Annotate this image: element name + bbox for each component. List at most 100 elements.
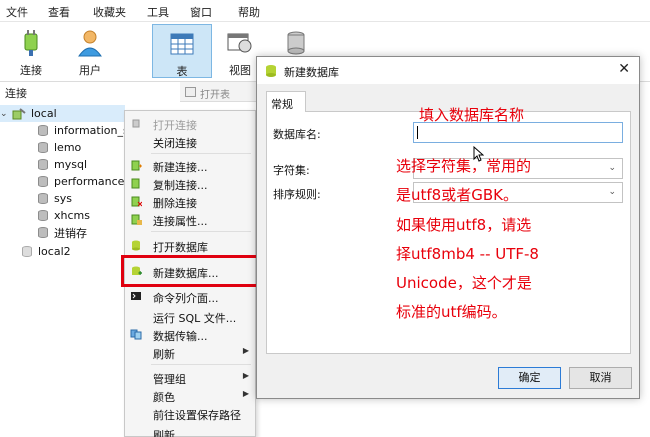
- database-name: mysql: [54, 158, 87, 171]
- annotation-fill-name: 填入数据库名称: [419, 106, 525, 124]
- connection-tree: ⌄ local information_s lemo mysql perform…: [0, 102, 130, 437]
- connection-pane-header: 连接: [5, 87, 27, 100]
- submenu-arrow-icon: ▶: [242, 371, 249, 380]
- db-name-input[interactable]: [413, 122, 623, 143]
- delete-connection-icon: [131, 196, 142, 207]
- data-transfer-icon: [130, 329, 142, 340]
- view-icon: [227, 33, 252, 53]
- menu-item-label: 刷新: [153, 429, 175, 437]
- connect-button[interactable]: 连接: [4, 24, 58, 78]
- connection-name: local: [31, 107, 57, 120]
- plug-icon: [24, 30, 38, 56]
- menu-item-delete-connection[interactable]: 删除连接: [125, 192, 255, 210]
- text-caret: [417, 126, 418, 139]
- db-name-label: 数据库名:: [273, 128, 321, 141]
- menu-tools[interactable]: 工具: [147, 4, 169, 20]
- menu-item-label: 颜色: [153, 391, 175, 404]
- menu-item-label: 删除连接: [153, 197, 197, 210]
- menu-window[interactable]: 窗口: [190, 4, 212, 20]
- database-name: information_s: [54, 124, 129, 137]
- annotation-line: 择utf8mb4 -- UTF-8: [396, 245, 539, 263]
- menu-file[interactable]: 文件: [6, 4, 28, 20]
- menu-item-label: 打开连接: [153, 119, 197, 132]
- user-icon: [78, 30, 102, 57]
- tree-db-item[interactable]: 进销存: [38, 224, 87, 241]
- submenu-arrow-icon: ▶: [242, 389, 249, 398]
- menu-item-new-connection[interactable]: 新建连接...: [125, 156, 255, 174]
- menu-item-label: 数据传输...: [153, 330, 208, 343]
- chevron-down-icon: ⌄: [608, 163, 616, 173]
- tree-db-item[interactable]: mysql: [38, 156, 87, 173]
- database-name: xhcms: [54, 209, 90, 222]
- menu-item-command-line[interactable]: 命令列介面...: [125, 287, 255, 305]
- database-icon: [132, 240, 140, 251]
- user-button[interactable]: 用户: [62, 24, 118, 78]
- annotation-line: 标准的utf编码。: [396, 303, 507, 321]
- new-database-highlight: [121, 255, 261, 287]
- table-button[interactable]: 表: [152, 24, 212, 78]
- tree-db-item[interactable]: sys: [38, 190, 72, 207]
- menu-item-copy-connection[interactable]: 复制连接...: [125, 174, 255, 192]
- tree-db-item[interactable]: xhcms: [38, 207, 90, 224]
- tree-db-item[interactable]: lemo: [38, 139, 81, 156]
- menu-separator: [151, 364, 251, 365]
- new-connection-icon: [131, 160, 142, 171]
- menu-item-label: 运行 SQL 文件...: [153, 312, 237, 325]
- open-table-button[interactable]: 打开表: [200, 86, 230, 101]
- annotation-line: Unicode，这个才是: [396, 274, 532, 292]
- database-name: sys: [54, 192, 72, 205]
- menu-bar: 文件 查看 收藏夹 工具 窗口 帮助: [0, 0, 650, 22]
- menu-item-manage-group[interactable]: 管理组 ▶: [125, 368, 255, 386]
- menu-item-close-connection[interactable]: 关闭连接: [125, 132, 255, 150]
- connection-local2[interactable]: local2: [22, 243, 71, 260]
- tab-general[interactable]: 常规: [266, 91, 306, 112]
- menu-item-label: 连接属性...: [153, 215, 208, 228]
- close-icon[interactable]: ✕: [618, 61, 630, 77]
- menu-item-refresh[interactable]: 刷新 ▶: [125, 343, 255, 361]
- menu-item-refresh-2[interactable]: 刷新: [125, 424, 255, 437]
- plug-icon: [132, 119, 140, 128]
- connection-local[interactable]: ⌄ local: [0, 105, 125, 122]
- database-cylinder-icon: [287, 31, 305, 55]
- submenu-arrow-icon: ▶: [242, 346, 249, 355]
- menu-favorites[interactable]: 收藏夹: [93, 4, 126, 20]
- tree-db-item[interactable]: performance_: [38, 173, 130, 190]
- database-name: lemo: [54, 141, 82, 154]
- menu-item-run-sql-file[interactable]: 运行 SQL 文件...: [125, 307, 255, 325]
- menu-view[interactable]: 查看: [48, 4, 70, 20]
- tree-db-item[interactable]: information_s: [38, 122, 129, 139]
- table-icon: [170, 33, 194, 55]
- database-icon: [38, 227, 48, 238]
- console-icon: [131, 292, 141, 300]
- chevron-down-icon[interactable]: ⌄: [0, 109, 10, 119]
- database-icon: [266, 65, 276, 77]
- collation-label: 排序规则:: [273, 188, 321, 201]
- connection-name: local2: [38, 245, 71, 258]
- menu-item-label: 打开数据库: [153, 241, 208, 254]
- menu-item-label: 新建连接...: [153, 161, 208, 174]
- ok-button[interactable]: 确定: [498, 367, 561, 389]
- table-label: 表: [176, 65, 188, 78]
- annotation-line: 选择字符集，常用的: [396, 157, 532, 175]
- annotation-line: 如果使用utf8，请选: [396, 216, 532, 234]
- dialog-title: 新建数据库: [284, 66, 339, 79]
- menu-item-connection-properties[interactable]: 连接属性...: [125, 210, 255, 228]
- menu-item-color[interactable]: 颜色 ▶: [125, 386, 255, 404]
- menu-help[interactable]: 帮助: [238, 4, 260, 20]
- menu-item-open-database[interactable]: 打开数据库: [125, 236, 255, 254]
- properties-icon: [131, 214, 142, 225]
- open-table-icon: [185, 87, 196, 97]
- cancel-button[interactable]: 取消: [569, 367, 632, 389]
- dialog-body: 常规 数据库名: 字符集: ⌄ 排序规则: ⌄ 确定 取消: [257, 84, 639, 398]
- menu-item-label: 复制连接...: [153, 179, 208, 192]
- database-icon: [38, 210, 48, 221]
- menu-item-label: 刷新: [153, 348, 175, 361]
- database-icon: [38, 159, 48, 170]
- menu-item-data-transfer[interactable]: 数据传输...: [125, 325, 255, 343]
- menu-item-goto-save-path[interactable]: 前往设置保存路径: [125, 404, 255, 422]
- menu-item-label: 管理组: [153, 373, 186, 386]
- menu-item-label: 关闭连接: [153, 137, 197, 150]
- connection-icon: [22, 246, 32, 257]
- dialog-titlebar: 新建数据库 ✕: [257, 57, 639, 84]
- menu-item-open-connection[interactable]: 打开连接: [125, 114, 255, 132]
